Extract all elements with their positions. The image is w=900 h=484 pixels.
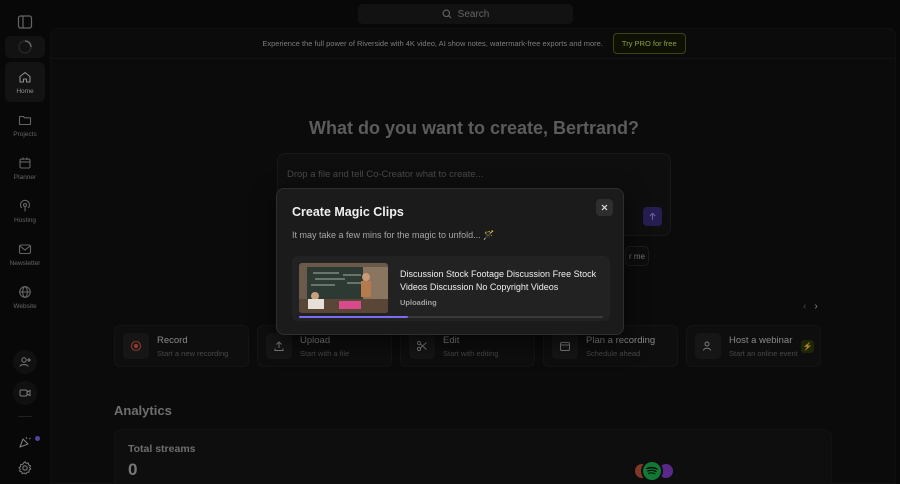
page-title: What do you want to create, Bertrand? <box>308 118 640 138</box>
card-host-webinar[interactable]: Host a webinar Start an online event ⚡ <box>686 325 821 367</box>
scissors-icon <box>409 333 435 359</box>
notification-dot <box>35 436 40 441</box>
folder-icon <box>18 115 32 125</box>
sidebar-item-website[interactable]: Website <box>5 277 45 317</box>
card-subtitle: Start with editing <box>443 348 499 358</box>
card-subtitle: Start with a file <box>300 348 350 358</box>
promo-text: Experience the full power of Riverside w… <box>262 39 603 48</box>
search-icon <box>442 9 452 19</box>
whats-new-icon[interactable] <box>17 434 33 450</box>
suggestion-chip[interactable]: r me <box>625 246 649 266</box>
close-icon <box>601 204 608 211</box>
progress-fill <box>299 316 409 318</box>
card-title: Plan a recording <box>586 334 656 346</box>
record-icon <box>123 333 149 359</box>
add-user-icon <box>19 357 31 367</box>
video-camera-icon <box>19 389 31 397</box>
sidebar-item-newsletter[interactable]: Newsletter <box>5 234 45 274</box>
sidebar-item-label: Planner <box>13 173 37 181</box>
spotify-icon <box>641 460 663 482</box>
sidebar-toggle-icon[interactable] <box>17 14 33 30</box>
card-title: Edit <box>443 334 460 346</box>
podcast-icon <box>19 199 31 211</box>
card-record[interactable]: Record Start a new recording <box>114 325 249 367</box>
card-title: Upload <box>300 334 331 346</box>
upload-item: Discussion Stock Footage Discussion Free… <box>292 256 610 321</box>
arrow-up-icon <box>649 212 656 220</box>
loading-spinner-icon <box>18 40 32 54</box>
send-button[interactable] <box>643 207 662 226</box>
sidebar-divider <box>18 416 32 417</box>
sidebar-item-label: Home <box>16 87 34 95</box>
magic-clips-modal: Create Magic Clips It may take a few min… <box>276 188 624 335</box>
carousel-arrows: ‹ › <box>803 301 818 312</box>
calendar-icon <box>19 157 31 169</box>
close-button[interactable] <box>596 199 613 216</box>
sidebar-item-label: Projects <box>13 130 37 138</box>
upload-icon <box>266 333 292 359</box>
globe-icon <box>19 285 31 298</box>
camera-button[interactable] <box>13 381 37 405</box>
card-title: Record <box>157 334 188 346</box>
modal-subtitle: It may take a few mins for the magic to … <box>292 230 495 240</box>
search-bar[interactable]: Search <box>358 4 573 24</box>
modal-title: Create Magic Clips <box>292 205 404 219</box>
stat-label: Total streams <box>128 443 196 455</box>
card-title: Host a webinar <box>729 334 793 346</box>
prompt-placeholder: Drop a file and tell Co-Creator what to … <box>287 169 484 180</box>
sidebar-item-planner[interactable]: Planner <box>5 148 45 188</box>
card-subtitle: Schedule ahead <box>586 348 641 358</box>
calendar-icon <box>552 333 578 359</box>
sidebar-item-home[interactable]: Home <box>5 62 45 102</box>
platform-icons <box>625 460 685 483</box>
invite-button[interactable] <box>13 350 37 374</box>
stat-value: 0 <box>128 460 138 479</box>
file-name: Discussion Stock Footage Discussion Free… <box>400 269 597 292</box>
app: Home Projects Planner Hosting Newsletter… <box>0 0 900 484</box>
video-thumbnail <box>299 263 388 313</box>
sidebar: Home Projects Planner Hosting Newsletter… <box>0 0 50 484</box>
sidebar-item-projects[interactable]: Projects <box>5 105 45 145</box>
sidebar-item-label: Website <box>13 302 37 310</box>
analytics-heading: Analytics <box>114 403 172 418</box>
settings-gear-icon[interactable] <box>17 460 33 476</box>
chevron-left-icon[interactable]: ‹ <box>803 301 806 312</box>
lightning-icon: ⚡ <box>801 340 814 353</box>
mail-icon <box>18 243 32 254</box>
try-pro-button[interactable]: Try PRO for free <box>612 33 686 54</box>
promo-banner: Experience the full power of Riverside w… <box>51 29 895 59</box>
chevron-right-icon[interactable]: › <box>814 301 817 312</box>
sidebar-item-label: Hosting <box>13 216 37 224</box>
home-icon <box>19 71 31 83</box>
sidebar-item-label: Newsletter <box>9 259 41 267</box>
workspace-logo[interactable] <box>5 36 45 58</box>
search-label: Search <box>457 8 490 20</box>
card-subtitle: Start a new recording <box>157 348 229 358</box>
people-icon <box>695 333 721 359</box>
card-subtitle: Start an online event <box>729 348 798 358</box>
analytics-card: Total streams 0 <box>114 429 832 483</box>
progress-bar <box>299 316 603 318</box>
upload-status: Uploading <box>400 298 437 307</box>
sidebar-item-hosting[interactable]: Hosting <box>5 191 45 231</box>
